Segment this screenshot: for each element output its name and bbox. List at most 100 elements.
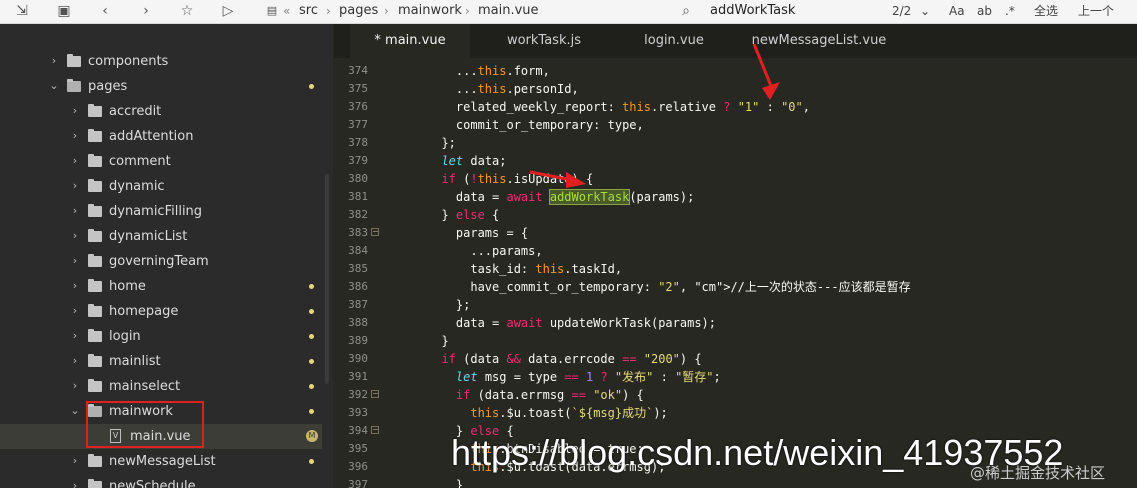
- chevron-right-icon: ›: [72, 304, 78, 317]
- modified-dot: [309, 409, 314, 414]
- chevron-right-icon: ›: [72, 104, 78, 117]
- tree-folder-addattention[interactable]: › addAttention: [0, 124, 322, 149]
- folder-icon: [88, 204, 102, 217]
- match-count: 2/2: [892, 4, 912, 18]
- folder-icon: [88, 354, 102, 367]
- breadcrumb-separator: ›: [384, 4, 389, 18]
- tree-label: login: [109, 329, 141, 344]
- annotation-arrows: [529, 43, 780, 188]
- tree-folder-accredit[interactable]: › accredit: [0, 99, 322, 124]
- modified-badge: M: [306, 430, 318, 442]
- file-tree: › components ⌄ pages › accredit › addAtt…: [0, 24, 333, 488]
- chevron-right-icon: ›: [72, 379, 78, 392]
- modified-dot: [309, 284, 314, 289]
- folder-icon: [88, 479, 102, 488]
- back-icon[interactable]: ‹: [95, 0, 115, 23]
- chevron-down-icon: ⌄: [49, 79, 59, 92]
- tree-folder-dynamiclist[interactable]: › dynamicList: [0, 224, 322, 249]
- chevron-right-icon: ›: [72, 154, 78, 167]
- breadcrumb-separator: ›: [326, 4, 331, 18]
- tree-folder-comment[interactable]: › comment: [0, 149, 322, 174]
- forward-icon[interactable]: ›: [136, 0, 156, 23]
- breadcrumb-item[interactable]: mainwork: [398, 0, 462, 23]
- chevron-right-icon: ›: [72, 129, 78, 142]
- tree-folder-pages[interactable]: ⌄ pages: [0, 74, 322, 99]
- tree-folder-homepage[interactable]: › homepage: [0, 299, 322, 324]
- tree-label: comment: [109, 154, 171, 169]
- tree-label: dynamic: [109, 179, 165, 194]
- chevron-right-icon: ›: [72, 254, 78, 267]
- modified-dot: [309, 459, 314, 464]
- chevron-right-icon: ›: [72, 354, 78, 367]
- select-all-button[interactable]: 全选: [1034, 0, 1058, 22]
- tree-label: mainselect: [109, 379, 181, 394]
- breadcrumb-item[interactable]: pages: [339, 0, 378, 23]
- tree-label: newSchedule: [109, 479, 196, 488]
- folder-icon: [88, 154, 102, 167]
- tree-folder-mainselect[interactable]: › mainselect: [0, 374, 322, 399]
- tree-label: accredit: [109, 104, 162, 119]
- run-icon[interactable]: ▷: [218, 0, 238, 23]
- folder-icon: [88, 179, 102, 192]
- breadcrumb-item[interactable]: main.vue: [478, 0, 539, 23]
- tree-label: newMessageList: [109, 454, 216, 469]
- chevron-down-icon: ⌄: [70, 404, 80, 417]
- modified-dot: [309, 309, 314, 314]
- match-case-toggle[interactable]: Aa: [949, 0, 965, 22]
- annotation-arrow-tab: [752, 43, 773, 87]
- chevron-right-icon: ›: [72, 204, 78, 217]
- tree-folder-components[interactable]: › components: [0, 49, 322, 74]
- folder-icon: [88, 279, 102, 292]
- folder-open-icon: [67, 79, 81, 92]
- chevron-down-icon[interactable]: ⌄: [920, 0, 930, 22]
- whole-word-toggle[interactable]: ab: [977, 0, 992, 22]
- folder-icon: [88, 129, 102, 142]
- modified-dot: [309, 84, 314, 89]
- watermark-small: @稀土掘金技术社区: [970, 464, 1106, 482]
- regex-toggle[interactable]: .*: [1005, 0, 1015, 22]
- chevron-right-icon: ›: [72, 329, 78, 342]
- save-icon[interactable]: ▣: [54, 0, 74, 23]
- chevron-right-icon: ›: [72, 179, 78, 192]
- folder-icon: [88, 304, 102, 317]
- tree-label: homepage: [109, 304, 179, 319]
- folder-icon: [88, 229, 102, 242]
- breadcrumb-item[interactable]: src: [299, 0, 318, 23]
- sidebar-scrollbar[interactable]: [325, 174, 329, 384]
- search-icon[interactable]: ⌕: [676, 0, 696, 23]
- annotation-highlight-box: [86, 401, 204, 448]
- tree-label: dynamicFilling: [109, 204, 203, 219]
- tree-folder-newmessagelist[interactable]: › newMessageList: [0, 449, 322, 474]
- chevron-right-icon: ›: [51, 54, 57, 67]
- breadcrumb-separator: «: [283, 4, 291, 18]
- import-icon[interactable]: ⇲: [12, 0, 32, 23]
- tree-label: dynamicList: [109, 229, 188, 244]
- folder-icon: [88, 329, 102, 342]
- top-toolbar: ⇲ ▣ ‹ › ☆ ▷ ▤ « src › pages › mainwork ›…: [0, 0, 1137, 24]
- tree-label: pages: [88, 79, 128, 94]
- star-icon[interactable]: ☆: [177, 0, 197, 23]
- tree-folder-home[interactable]: › home: [0, 274, 322, 299]
- tree-folder-newschedule[interactable]: › newSchedule: [0, 474, 322, 488]
- tree-folder-mainlist[interactable]: › mainlist: [0, 349, 322, 374]
- code-editor[interactable]: * main.vue workTask.js login.vue newMess…: [334, 24, 1137, 488]
- tree-folder-governingteam[interactable]: › governingTeam: [0, 249, 322, 274]
- tree-label: mainlist: [109, 354, 161, 369]
- chevron-right-icon: ›: [72, 279, 78, 292]
- modified-dot: [309, 359, 314, 364]
- modified-dot: [309, 384, 314, 389]
- tree-label: addAttention: [109, 129, 194, 144]
- chevron-right-icon: ›: [72, 479, 78, 488]
- tree-folder-dynamicfilling[interactable]: › dynamicFilling: [0, 199, 322, 224]
- tree-label: components: [88, 54, 169, 69]
- folder-icon: [88, 254, 102, 267]
- tree-folder-login[interactable]: › login: [0, 324, 322, 349]
- logo-icon: ▤: [266, 4, 278, 17]
- tree-label: governingTeam: [109, 254, 209, 269]
- search-input[interactable]: addWorkTask: [710, 0, 795, 22]
- folder-icon: [88, 379, 102, 392]
- modified-dot: [309, 334, 314, 339]
- previous-match-button[interactable]: 上一个: [1078, 0, 1114, 22]
- chevron-right-icon: ›: [72, 454, 78, 467]
- tree-folder-dynamic[interactable]: › dynamic: [0, 174, 322, 199]
